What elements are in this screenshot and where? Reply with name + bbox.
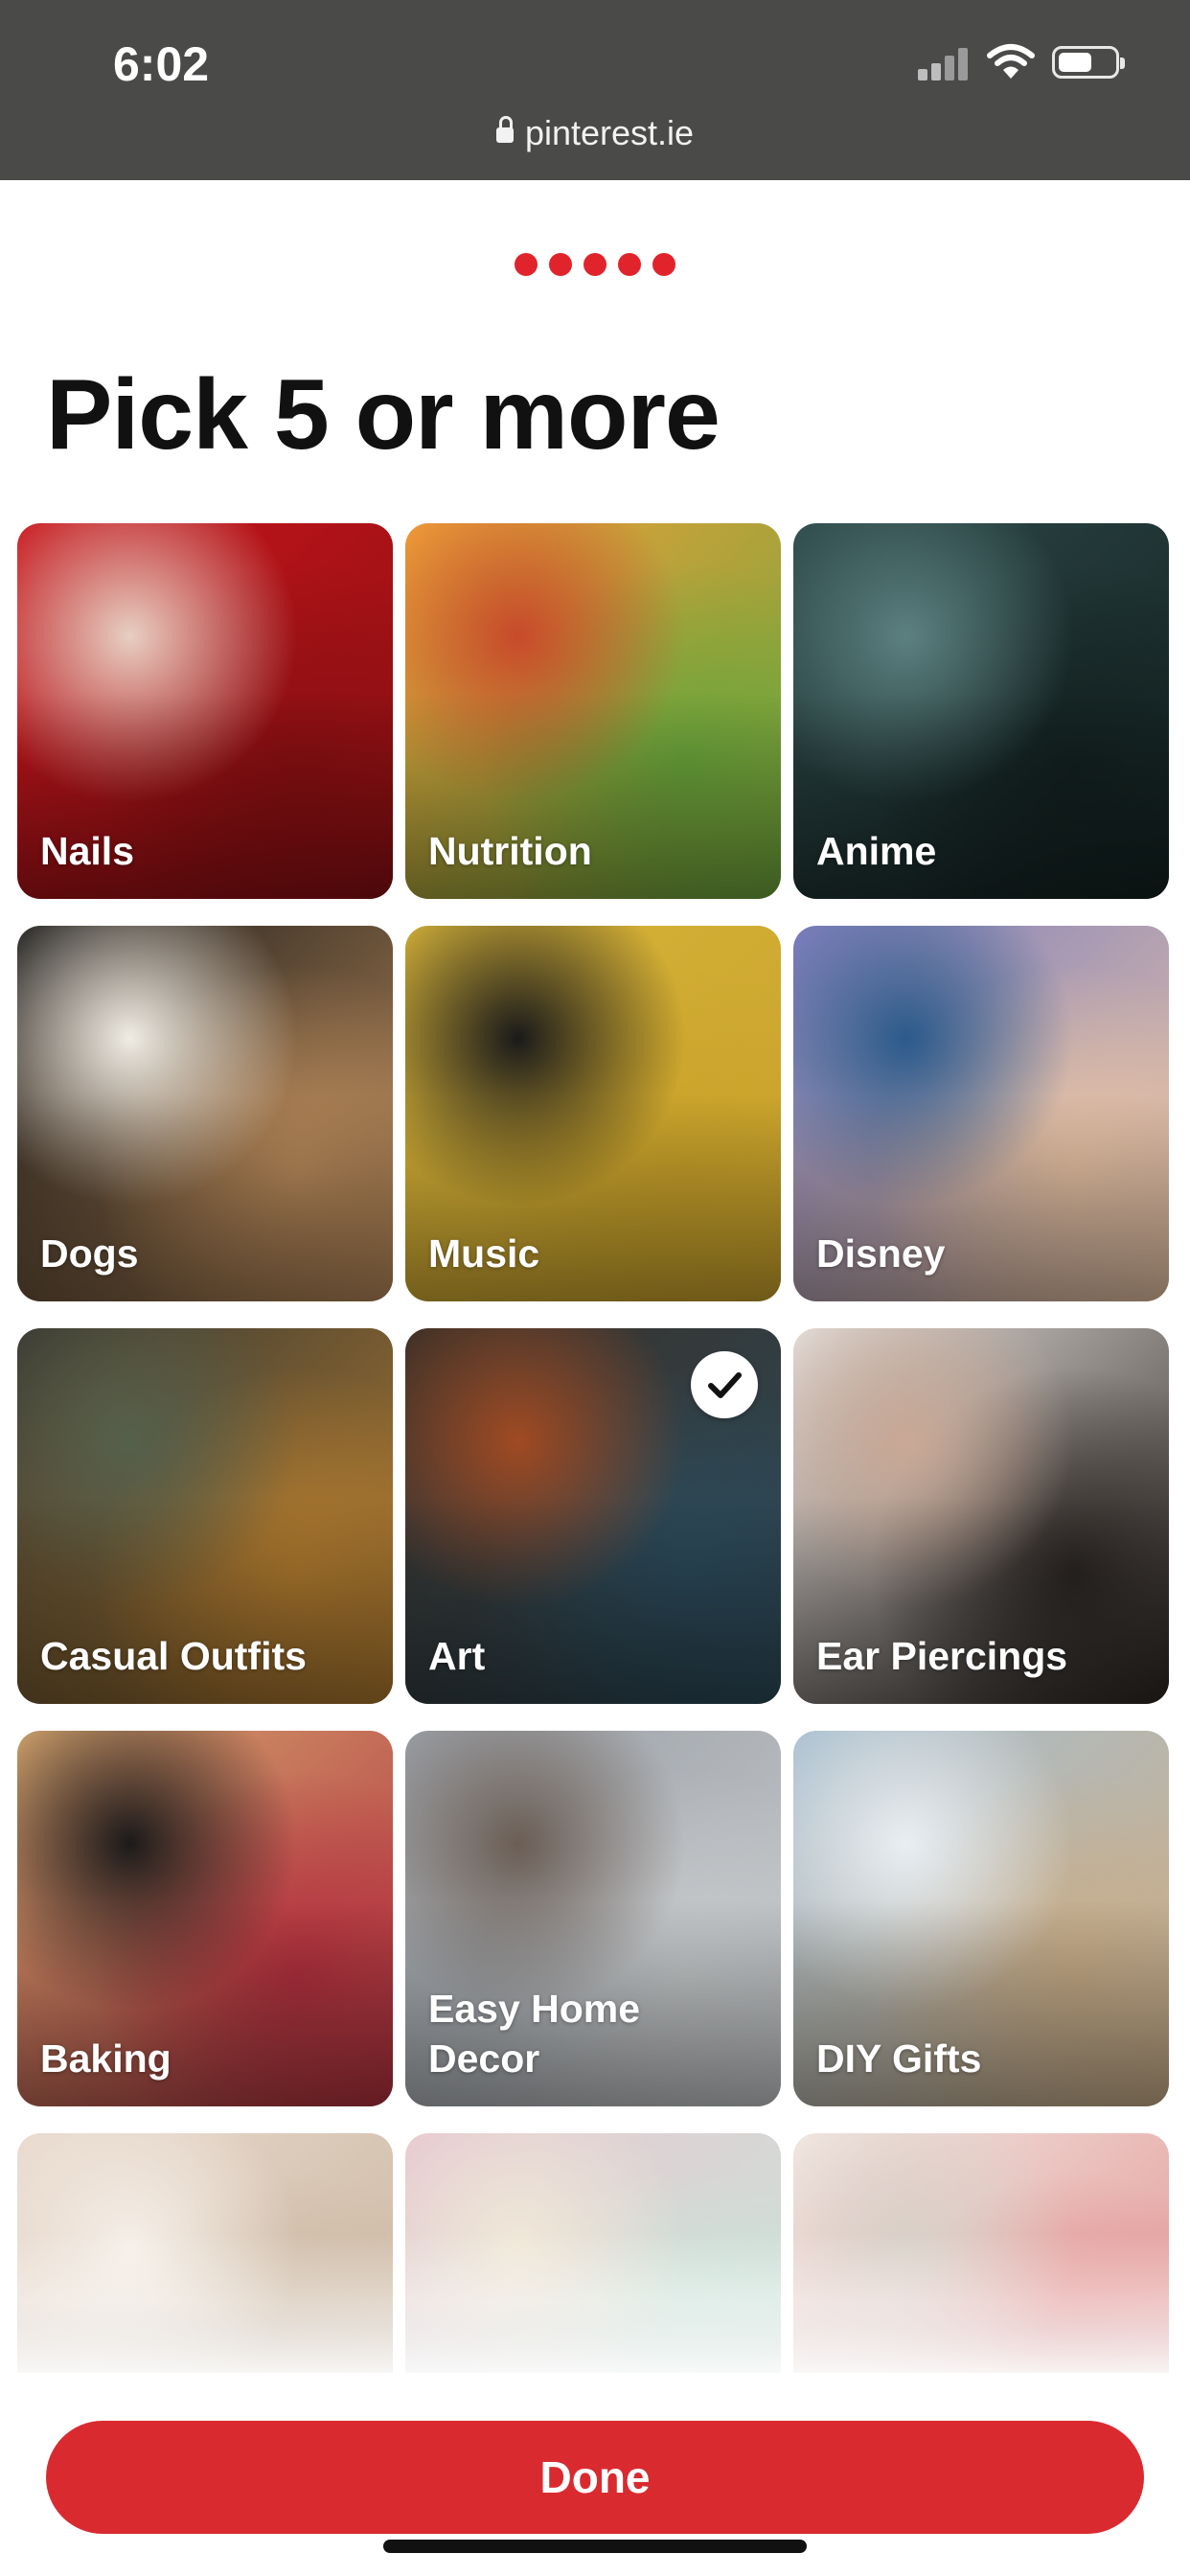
page-title: Pick 5 or more (46, 359, 721, 471)
topic-label: Nutrition (428, 829, 592, 873)
done-button[interactable]: Done (46, 2421, 1144, 2534)
topic-tile[interactable]: Dogs (17, 926, 393, 1301)
status-bar: 6:02 pinterest.ie (0, 0, 1190, 180)
topic-label: Anime (816, 829, 937, 873)
topic-label: Nails (40, 829, 134, 873)
progress-dot (652, 253, 675, 276)
topic-label: DIY Gifts (816, 2036, 982, 2081)
status-time: 6:02 (113, 37, 210, 91)
battery-icon (1052, 46, 1125, 79)
topic-label: Music (428, 1231, 540, 1276)
topic-tile[interactable]: Easy Home Decor (405, 1731, 781, 2106)
topic-tile[interactable]: Nutrition (405, 523, 781, 899)
progress-dots (0, 253, 1190, 281)
topic-label: Casual Outfits (40, 1634, 307, 1678)
progress-dot (618, 253, 641, 276)
topic-tile[interactable]: Anime (793, 523, 1169, 899)
topic-label: Ear Piercings (816, 1634, 1068, 1678)
topic-tile[interactable]: Disney (793, 926, 1169, 1301)
url-text: pinterest.ie (524, 113, 695, 152)
topic-label: Easy Home Decor (428, 1987, 641, 2081)
topic-tile[interactable]: Art (405, 1328, 781, 1704)
topic-tile[interactable]: Ear Piercings (793, 1328, 1169, 1704)
topic-label: Dogs (40, 1231, 139, 1276)
topic-tile[interactable]: Music (405, 926, 781, 1301)
progress-dot (515, 253, 538, 276)
checkmark-icon (691, 1351, 758, 1418)
topic-tile[interactable]: Casual Outfits (17, 1328, 393, 1704)
topic-tile[interactable]: Nails (17, 523, 393, 899)
address-bar[interactable]: pinterest.ie (0, 113, 1190, 153)
wifi-icon (987, 44, 1035, 79)
topic-label: Art (428, 1634, 486, 1678)
topic-label: Baking (40, 2036, 172, 2081)
lock-icon (495, 116, 514, 143)
grid-fade-overlay (0, 2233, 1190, 2386)
progress-dot (584, 253, 606, 276)
topic-tile[interactable]: DIY Gifts (793, 1731, 1169, 2106)
home-indicator (383, 2540, 807, 2553)
topic-tile[interactable]: Baking (17, 1731, 393, 2106)
topic-label: Disney (816, 1231, 946, 1276)
progress-dot (549, 253, 572, 276)
signal-icon (918, 46, 972, 80)
topic-grid: Nails Nutrition Anime Dogs Music Disney Casual… (17, 523, 1173, 2373)
